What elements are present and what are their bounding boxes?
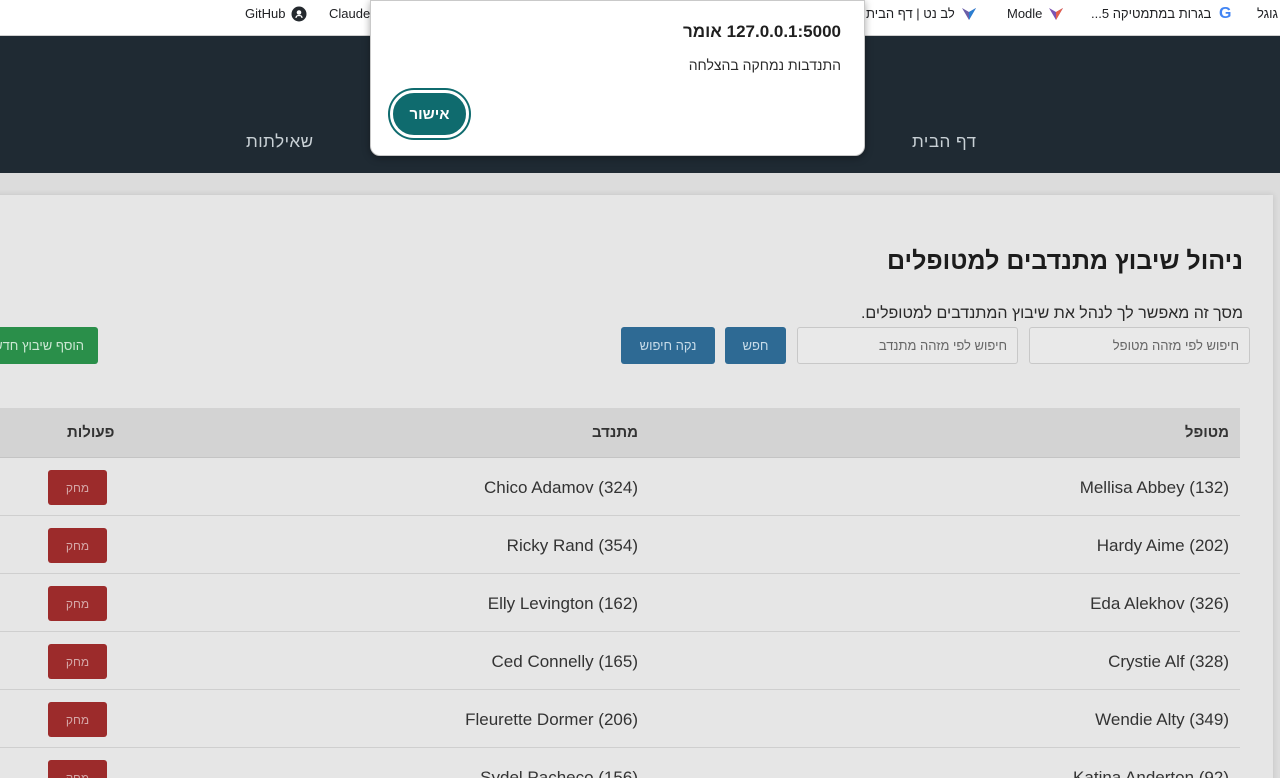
nav-link-questions[interactable]: שאילתות	[246, 132, 314, 152]
delete-button[interactable]: מחק	[48, 586, 107, 621]
table-row: Hardy Aime (202) Ricky Rand (354) מחק	[0, 516, 1240, 574]
volunteer-search-input[interactable]: חיפוש לפי מזהה מתנדב	[797, 327, 1018, 364]
column-header-volunteer: מתנדב	[591, 424, 638, 441]
cell-patient: Wendie Alty (349)	[1095, 710, 1229, 729]
delete-button[interactable]: מחק	[48, 702, 107, 737]
cell-patient: Crystie Alf (328)	[1108, 652, 1229, 671]
bookmark-label: GitHub	[245, 6, 286, 21]
bookmark-label: בגרות במתמטיקה 5...	[1091, 6, 1212, 21]
delete-button[interactable]: מחק	[48, 470, 107, 505]
table-row: Wendie Alty (349) Fleurette Dormer (206) מ…	[0, 690, 1240, 748]
table-row: Mellisa Abbey (132) Chico Adamov (324) מחק	[0, 458, 1240, 516]
bookmark-claude[interactable]: Claude	[329, 0, 370, 27]
content-card: ניהול שיבוץ מתנדבים למטופלים מסך זה מאפש…	[0, 195, 1273, 778]
bookmark-moodle[interactable]: Modle	[1007, 0, 1064, 27]
page-description: מסך זה מאפשר לך לנהל את שיבוץ המתנדבים ל…	[860, 305, 1243, 322]
table-row: Eda Alekhov (326) Elly Levington (162) מחק	[0, 574, 1240, 632]
bookmark-label: לב נט | דף הבית	[866, 6, 955, 21]
column-header-patient: מטופל	[1184, 424, 1229, 441]
table-header: מטופל מתנדב פעולות	[0, 408, 1240, 458]
add-assignment-button[interactable]: הוסף שיבוץ חדש	[0, 327, 98, 364]
table-row: Katina Anderton (92) Sydel Pacheco (156) מ…	[0, 748, 1240, 778]
assignments-table: מטופל מתנדב פעולות Mellisa Abbey (132) Ch…	[0, 408, 1240, 778]
page-content: ניהול שיבוץ מתנדבים למטופלים מסך זה מאפש…	[0, 173, 1280, 778]
cell-volunteer: Elly Levington (162)	[487, 594, 638, 613]
delete-button[interactable]: מחק	[48, 528, 107, 563]
table-row: Crystie Alf (328) Ced Connelly (165) מחק	[0, 632, 1240, 690]
cell-volunteer: Ced Connelly (165)	[491, 652, 638, 671]
bookmark-google[interactable]: גוגל	[1257, 0, 1278, 27]
cell-patient: Eda Alekhov (326)	[1090, 594, 1229, 613]
github-icon	[291, 6, 307, 22]
page-title: ניהול שיבוץ מתנדבים למטופלים	[887, 247, 1243, 275]
bookmark-levnet[interactable]: לב נט | דף הבית	[866, 0, 977, 27]
bookmark-label: Claude	[329, 6, 371, 21]
bookmark-label: Modle	[1007, 6, 1043, 21]
cell-volunteer: Sydel Pacheco (156)	[480, 768, 638, 778]
moodle-icon	[1048, 6, 1064, 22]
bookmark-label: גוגל	[1257, 6, 1278, 21]
delete-button[interactable]: מחק	[48, 760, 107, 778]
google-icon: G	[1219, 4, 1232, 22]
bookmark-github[interactable]: GitHub	[245, 0, 307, 27]
alert-dialog: 127.0.0.1:5000 אומר התנדבות נמחקה בהצלחה…	[370, 0, 865, 156]
table-body: Mellisa Abbey (132) Chico Adamov (324) מחק…	[0, 458, 1240, 778]
clear-search-button[interactable]: נקה חיפוש	[621, 327, 715, 364]
nav-link-home[interactable]: דף הבית	[912, 132, 977, 152]
search-button[interactable]: חפש	[725, 327, 786, 364]
column-header-actions: פעולות	[67, 424, 115, 441]
ok-button[interactable]: אישור	[390, 90, 469, 138]
levnet-icon	[961, 6, 977, 22]
cell-patient: Mellisa Abbey (132)	[1079, 478, 1229, 497]
patient-search-input[interactable]: חיפוש לפי מזהה מטופל	[1029, 327, 1250, 364]
cell-patient: Hardy Aime (202)	[1096, 536, 1229, 555]
bookmark-math[interactable]: בגרות במתמטיקה 5... G	[1091, 0, 1233, 27]
cell-volunteer: Chico Adamov (324)	[483, 478, 638, 497]
dialog-title: 127.0.0.1:5000 אומר	[683, 22, 841, 41]
dialog-message: התנדבות נמחקה בהצלחה	[688, 57, 841, 73]
cell-patient: Katina Anderton (92)	[1073, 768, 1229, 778]
cell-volunteer: Fleurette Dormer (206)	[465, 710, 638, 729]
add-assignment-label: הוסף שיבוץ חדש	[0, 338, 84, 353]
delete-button[interactable]: מחק	[48, 644, 107, 679]
cell-volunteer: Ricky Rand (354)	[506, 536, 638, 555]
